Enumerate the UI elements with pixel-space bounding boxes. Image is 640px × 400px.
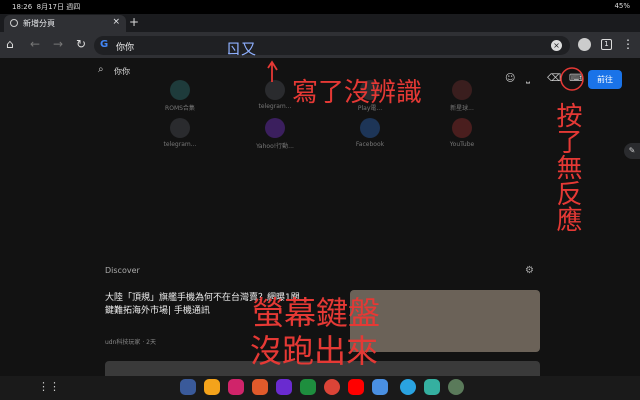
handwriting-scribble: ㄖ又 bbox=[226, 40, 257, 58]
annotation-note-3b: 沒跑出來 bbox=[250, 332, 379, 370]
annotation-note-2: 按了無反應 bbox=[552, 102, 582, 232]
annotation-note-1: 寫了沒辨識 bbox=[292, 78, 423, 108]
arrow-icon bbox=[267, 60, 278, 82]
circle-mark-icon bbox=[560, 67, 584, 91]
